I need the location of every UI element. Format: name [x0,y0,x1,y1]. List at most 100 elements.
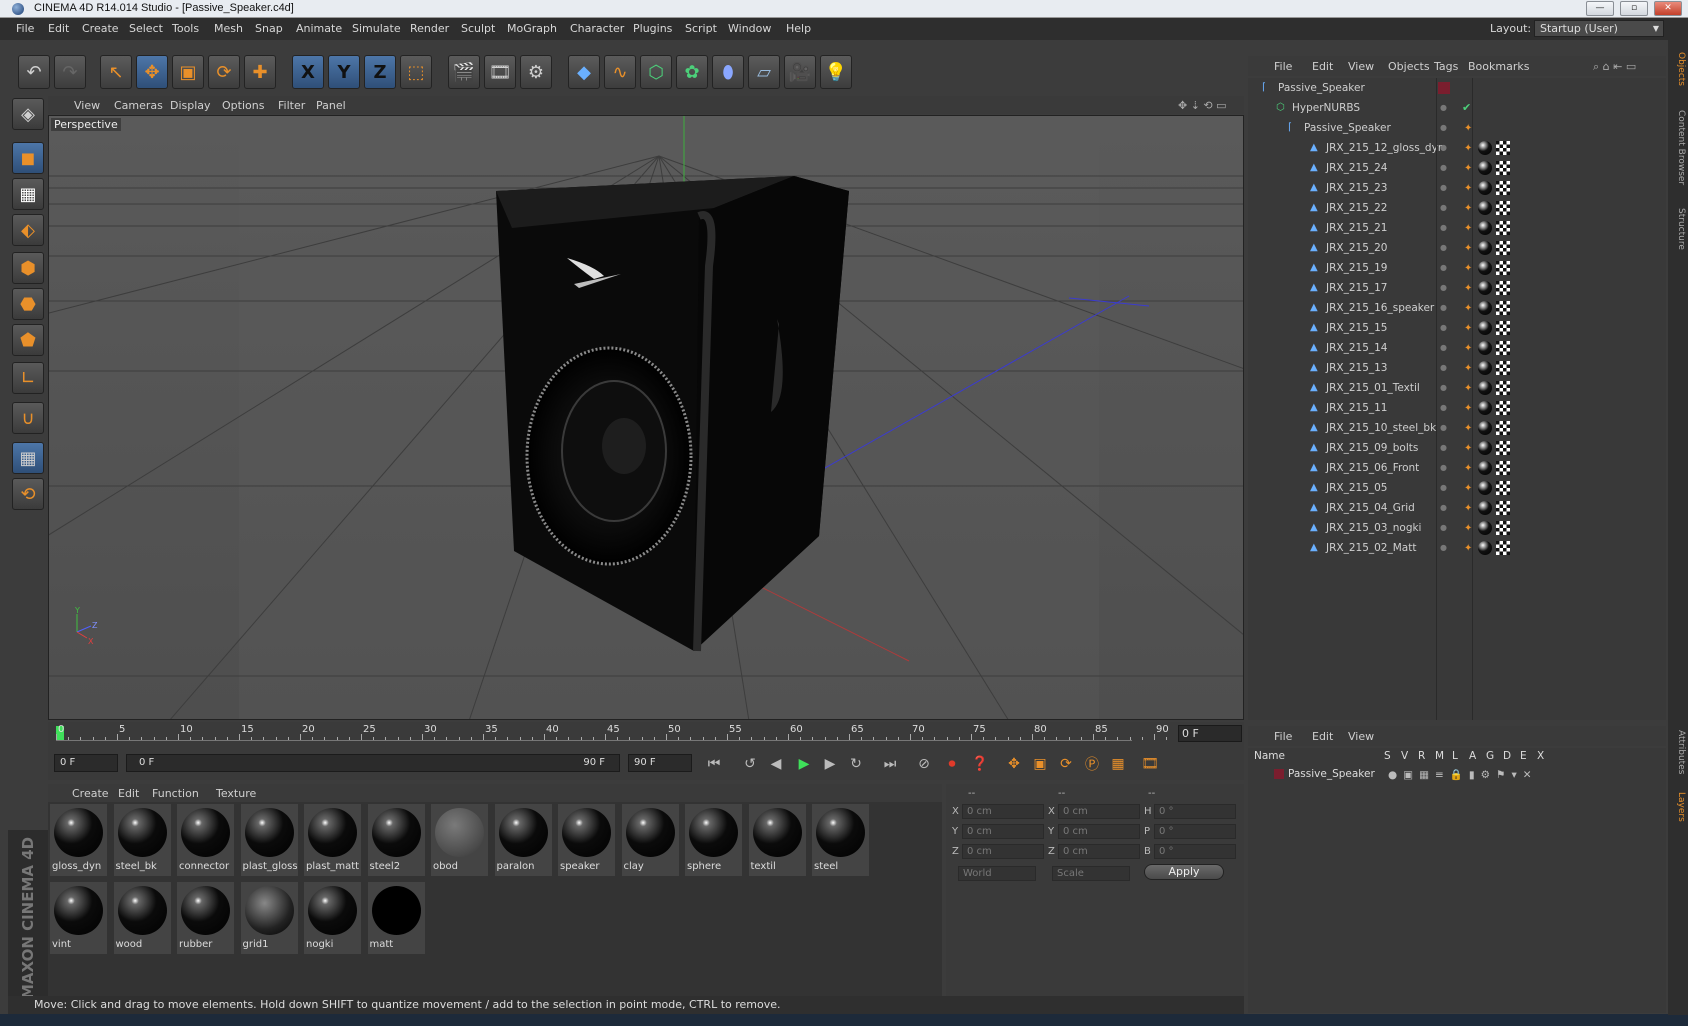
layer-menu-file[interactable]: File [1274,730,1292,743]
material-tag-icon[interactable] [1478,481,1492,495]
material-tag-icon[interactable] [1478,421,1492,435]
material-swatch[interactable]: plast_gloss [240,804,298,876]
om-menu-bookmarks[interactable]: Bookmarks [1468,60,1529,73]
object-row[interactable]: ⌈Passive_Speaker● [1248,78,1666,98]
visibility-dot-icon[interactable]: ● [1440,503,1447,513]
om-search-icon[interactable]: ⌕ ⌂ ⇤ ▭ [1593,60,1636,74]
light-icon[interactable]: 💡 [820,55,852,89]
object-row[interactable]: ▲ JRX_215_13 ● ✦ [1248,358,1666,378]
texture-mode-icon[interactable]: ▦ [12,178,44,210]
layer-row-toggles[interactable]: ●▣▦≡🔒▮⚙⚑▾✕ [1388,768,1538,781]
object-row[interactable]: ▲ JRX_215_23 ● ✦ [1248,178,1666,198]
next-frame-icon[interactable]: ▶ [818,752,842,776]
coord-space-dropdown[interactable]: World [958,866,1036,881]
make-editable-icon[interactable]: ◈ [12,98,44,130]
material-tag-icon[interactable] [1478,401,1492,415]
viewport-menu-filter[interactable]: Filter [278,99,305,112]
material-swatch[interactable]: steel_bk [113,804,171,876]
visibility-dot-icon[interactable]: ● [1440,323,1447,333]
key-rotation-icon[interactable]: ⟳ [1054,752,1078,776]
material-tag-icon[interactable] [1478,201,1492,215]
visibility-dot-icon[interactable]: ● [1440,303,1447,313]
visibility-dot-icon[interactable]: ● [1440,383,1447,393]
material-tag-icon[interactable] [1478,161,1492,175]
visibility-dot-icon[interactable]: ● [1440,403,1447,413]
object-row[interactable]: ▲ JRX_215_14 ● ✦ [1248,338,1666,358]
timeline-window-icon[interactable]: 🎞 [1138,752,1162,776]
material-swatch[interactable]: matt [367,882,425,954]
material-menu-texture[interactable]: Texture [216,787,256,800]
object-row[interactable]: ▲ JRX_215_11 ● ✦ [1248,398,1666,418]
material-swatch[interactable]: speaker [558,804,615,876]
y-axis-lock-icon[interactable]: Y [328,55,360,89]
points-mode-icon[interactable]: ⬢ [12,252,44,284]
object-row[interactable]: ▲ JRX_215_01_Textil ● ✦ [1248,378,1666,398]
object-row[interactable]: ▲ JRX_215_16_speaker ● ✦ [1248,298,1666,318]
object-row[interactable]: ▲ JRX_215_19 ● ✦ [1248,258,1666,278]
uvw-tag-icon[interactable] [1496,501,1510,515]
material-swatch[interactable]: textil [748,804,806,876]
key-param-icon[interactable]: Ⓟ [1080,752,1104,776]
material-tag-icon[interactable] [1478,521,1492,535]
menu-character[interactable]: Character [570,22,624,35]
material-swatch[interactable]: paralon [494,804,552,876]
menu-mograph[interactable]: MoGraph [507,22,557,35]
previous-frame-icon[interactable]: ◀ [764,752,788,776]
size-y-field[interactable]: 0 cm [1058,824,1140,839]
layer-row-name[interactable]: Passive_Speaker [1288,768,1375,780]
locked-workplane-icon[interactable]: ⟲ [12,478,44,510]
material-tag-icon[interactable] [1478,341,1492,355]
rotation-p-field[interactable]: 0 ° [1154,824,1236,839]
model-mode-icon[interactable]: ◼ [12,142,44,174]
uvw-tag-icon[interactable] [1496,381,1510,395]
material-menu-function[interactable]: Function [152,787,199,800]
workplane-mode-icon[interactable]: ⬖ [12,214,44,246]
snap-enable-icon[interactable]: ▦ [12,442,44,474]
menu-select[interactable]: Select [129,22,163,35]
uvw-tag-icon[interactable] [1496,481,1510,495]
uvw-tag-icon[interactable] [1496,421,1510,435]
tab-layers[interactable]: Layers [1670,792,1686,822]
uvw-tag-icon[interactable] [1496,341,1510,355]
deformer-icon[interactable]: ⬮ [712,55,744,89]
viewport-menu-panel[interactable]: Panel [316,99,346,112]
om-menu-edit[interactable]: Edit [1312,60,1333,73]
floor-icon[interactable]: ▱ [748,55,780,89]
visibility-dot-icon[interactable]: ● [1440,263,1447,273]
polygons-mode-icon[interactable]: ⬟ [12,324,44,356]
viewport-menu-display[interactable]: Display [170,99,211,112]
material-tag-icon[interactable] [1478,181,1492,195]
object-row[interactable]: ⌈ Passive_Speaker ● ✦ [1248,118,1666,138]
scale-tool-icon[interactable]: ▣ [172,55,204,89]
size-z-field[interactable]: 0 cm [1058,844,1140,859]
redo-icon[interactable]: ↷ [54,55,86,89]
coord-mode-dropdown[interactable]: Scale [1052,866,1130,881]
uvw-tag-icon[interactable] [1496,301,1510,315]
record-keys-icon[interactable]: ⊘ [912,752,936,776]
3d-viewport[interactable]: Perspective Y Z X [48,115,1244,720]
visibility-dot-icon[interactable]: ● [1440,363,1447,373]
material-swatch[interactable]: nogki [304,882,361,954]
visibility-dot-icon[interactable]: ● [1440,223,1447,233]
layer-menu-edit[interactable]: Edit [1312,730,1333,743]
visibility-dot-icon[interactable]: ● [1440,483,1447,493]
rotate-tool-icon[interactable]: ⟳ [208,55,240,89]
menu-tools[interactable]: Tools [172,22,199,35]
material-tag-icon[interactable] [1478,541,1492,555]
object-row[interactable]: ▲ JRX_215_15 ● ✦ [1248,318,1666,338]
object-row[interactable]: ▲ JRX_215_17 ● ✦ [1248,278,1666,298]
object-row[interactable]: ▲ JRX_215_06_Front ● ✦ [1248,458,1666,478]
visibility-dot-icon[interactable]: ● [1440,103,1447,113]
tab-content-browser[interactable]: Content Browser [1670,110,1686,185]
cube-primitive-icon[interactable]: ◆ [568,55,600,89]
uvw-tag-icon[interactable] [1496,321,1510,335]
material-tag-icon[interactable] [1478,261,1492,275]
uvw-tag-icon[interactable] [1496,541,1510,555]
enabled-check-icon[interactable]: ✔ [1462,101,1471,114]
axis-mode-icon[interactable]: ∟ [12,362,44,394]
previous-key-icon[interactable]: ↺ [738,752,762,776]
layer-menu-view[interactable]: View [1348,730,1374,743]
visibility-dot-icon[interactable]: ● [1440,163,1447,173]
material-tag-icon[interactable] [1478,441,1492,455]
z-axis-lock-icon[interactable]: Z [364,55,396,89]
